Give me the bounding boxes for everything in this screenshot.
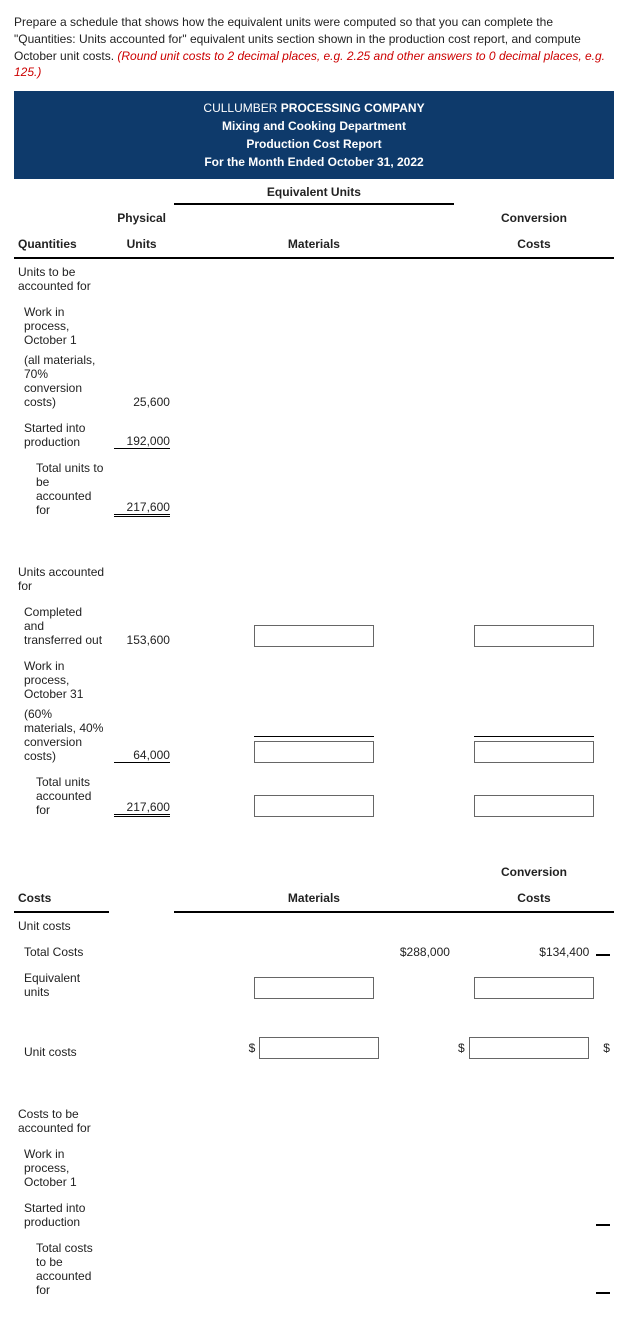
row-costs-to-be: Costs to be accounted for — [14, 1101, 109, 1141]
dollar-mat: $ — [249, 1041, 256, 1055]
report-line: Production Cost Report — [14, 135, 614, 153]
row-wip-oct1-b: (all materials, 70% conversion costs) — [14, 353, 109, 415]
val-total-costs-mat: $288,000 — [400, 945, 450, 959]
materials-header-2: Materials — [174, 885, 454, 912]
row-started-prod: Started into production — [14, 1195, 109, 1235]
val-wip-oct1: 25,600 — [109, 353, 174, 415]
row-unit-costs: Unit costs — [14, 912, 109, 939]
row-started: Started into production — [14, 415, 109, 455]
phys-header-2: Units — [109, 231, 174, 258]
row-total-costs-to-be: Total costs to be accounted for — [14, 1235, 109, 1303]
costs-header: Costs — [14, 885, 109, 912]
rule — [596, 954, 610, 956]
dollar-total: $ — [603, 1041, 610, 1055]
rule — [596, 1224, 610, 1226]
input-completed-materials[interactable] — [254, 625, 374, 647]
dept-line: Mixing and Cooking Department — [14, 117, 614, 135]
row-wip-oct31-a: Work in process, October 31 — [14, 653, 109, 707]
input-equiv-conversion[interactable] — [474, 977, 594, 999]
row-unit-costs-2: Unit costs — [14, 1031, 109, 1065]
val-started: 192,000 — [114, 434, 170, 449]
phys-header-1: Physical — [109, 205, 174, 231]
input-total-acct-conversion[interactable] — [474, 795, 594, 817]
val-total-costs-conv: $134,400 — [539, 945, 589, 959]
row-equiv-units: Equivalent units — [14, 965, 109, 1005]
conv-header-2: Costs — [454, 231, 614, 258]
quantities-table: Equivalent Units Physical Conversion Qua… — [14, 179, 614, 1303]
dollar-conv: $ — [458, 1041, 465, 1055]
row-completed: Completed and transferred out — [14, 599, 109, 653]
rule — [596, 1292, 610, 1294]
val-total-to-be: 217,600 — [114, 500, 170, 517]
input-wip-oct31-conversion[interactable] — [474, 741, 594, 763]
input-equiv-materials[interactable] — [254, 977, 374, 999]
row-wip-oct1-c: Work in process, October 1 — [14, 1141, 109, 1195]
val-total-acct: 217,600 — [114, 800, 170, 817]
report-header: CULLUMBER PROCESSING COMPANY Mixing and … — [14, 91, 614, 179]
input-wip-oct31-materials[interactable] — [254, 741, 374, 763]
input-unitcost-materials[interactable] — [259, 1037, 379, 1059]
company-line: CULLUMBER PROCESSING COMPANY — [14, 99, 614, 117]
input-total-acct-materials[interactable] — [254, 795, 374, 817]
period-line: For the Month Ended October 31, 2022 — [14, 153, 614, 171]
val-completed: 153,600 — [109, 599, 174, 653]
quantities-header: Quantities — [14, 231, 109, 258]
conv-header-4: Costs — [454, 885, 614, 912]
instructions-block: Prepare a schedule that shows how the eq… — [14, 14, 614, 81]
conv-header-1: Conversion — [454, 205, 614, 231]
equiv-units-header: Equivalent Units — [174, 179, 454, 205]
row-wip-oct31-b: (60% materials, 40% conversion costs) — [14, 707, 109, 769]
input-unitcost-conversion[interactable] — [469, 1037, 589, 1059]
row-total-to-be: Total units to be accounted for — [14, 455, 109, 523]
row-units-acct: Units accounted for — [14, 559, 109, 599]
row-units-to-be: Units to be accounted for — [14, 258, 109, 299]
val-wip-oct31: 64,000 — [114, 748, 170, 763]
materials-header: Materials — [174, 231, 454, 258]
input-completed-conversion[interactable] — [474, 625, 594, 647]
row-total-acct: Total units accounted for — [14, 769, 109, 823]
conv-header-3: Conversion — [454, 859, 614, 885]
row-wip-oct1-a: Work in process, October 1 — [14, 299, 109, 353]
row-total-costs: Total Costs — [14, 939, 109, 965]
